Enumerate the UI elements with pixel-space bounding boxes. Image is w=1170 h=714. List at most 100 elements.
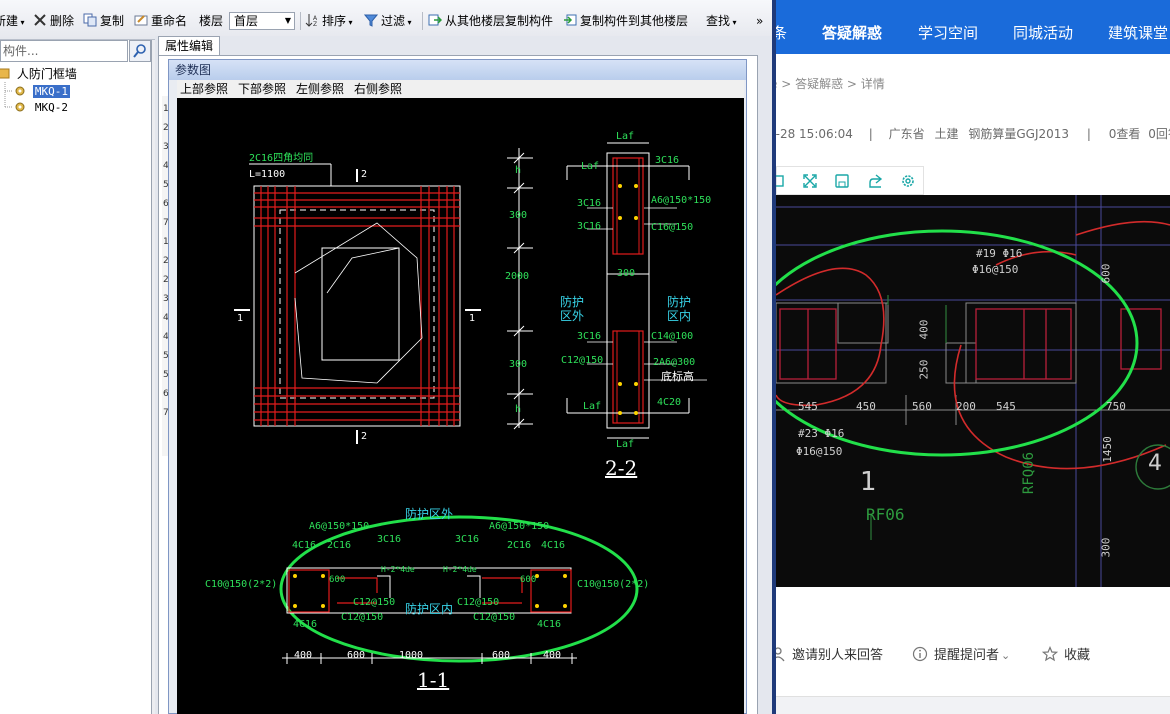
label-300: 300 — [617, 268, 636, 279]
photo-label: 400 — [917, 319, 931, 340]
copy-to-other-floor-button[interactable]: 复制构件到其他楼层 — [563, 12, 688, 30]
chevron-down-icon: ⌄ — [1001, 649, 1011, 662]
page-bottom-strip — [776, 696, 1170, 714]
plan-mark-left: 1 — [237, 313, 244, 324]
nav-item-local-events[interactable]: 同城活动 — [1013, 24, 1073, 42]
filter-label: 过滤 — [381, 14, 406, 28]
top-navigation: 条 答疑解惑 学习空间 同城活动 建筑课堂 — [776, 0, 1170, 54]
tab-bottom-reference[interactable]: 下部参照 — [238, 80, 286, 98]
label-3c16-right: 3C16 — [455, 534, 480, 545]
delete-button[interactable]: 删除 — [33, 12, 74, 30]
chevron-down-icon: ▼ — [284, 16, 291, 25]
toolbar-overflow-button[interactable]: » — [756, 12, 763, 30]
tab-property-edit[interactable]: 属性编辑 — [158, 36, 221, 56]
label-4c16-right-bottom: 4C16 — [537, 619, 562, 630]
label-2a6: 2A6@300 — [653, 357, 696, 368]
share-icon[interactable] — [867, 173, 883, 189]
rename-button[interactable]: 重命名 — [134, 12, 187, 30]
parameter-diagram-dialog: 参数图 上部参照 下部参照 左侧参照 右侧参照 2C16四角均同 L=1100 … — [168, 59, 747, 714]
main-toolbar: 新建 ▾ 删除 复制 重命名 楼层 首层 ▼ A Z 排序 ▾ 过滤 ▾ 从其他楼层复… — [0, 0, 772, 40]
invite-answer-button[interactable]: 邀请别人来回答 — [776, 646, 883, 666]
save-icon[interactable] — [834, 173, 850, 189]
invite-label: 邀请别人来回答 — [792, 648, 884, 663]
photo-label: #19 Φ16 — [976, 247, 1023, 260]
breadcrumb[interactable]: e > 答疑解惑 > 详情 — [776, 75, 885, 92]
cad-application-window: 新建 ▾ 删除 复制 重命名 楼层 首层 ▼ A Z 排序 ▾ 过滤 ▾ 从其他楼层复… — [0, 0, 772, 714]
tab-top-reference[interactable]: 上部参照 — [180, 80, 228, 98]
label-3c16-left: 3C16 — [377, 534, 402, 545]
label-inside-zone: 防护 区内 — [667, 295, 692, 323]
photo-label: 1450 — [1100, 436, 1114, 463]
section-1-1-title: 1-1 — [417, 668, 450, 692]
question-attachment-image[interactable]: #19 Φ16 Φ16@150 #23 Φ16 Φ16@150 400 250 … — [776, 195, 1170, 587]
sort-button[interactable]: A Z 排序 ▾ — [305, 12, 353, 30]
expand-icon[interactable] — [802, 173, 818, 189]
gear-icon — [14, 101, 26, 113]
photo-label: 545 — [996, 400, 1016, 413]
tab-right-reference[interactable]: 右侧参照 — [354, 80, 402, 98]
tab-left-reference[interactable]: 左侧参照 — [296, 80, 344, 98]
toolbar-divider — [422, 12, 423, 30]
tree-root-label: 人防门框墙 — [16, 67, 77, 81]
layers-export-icon — [563, 13, 577, 27]
label-c10-right: C10@150(2*2) — [577, 579, 650, 590]
nav-item-qa[interactable]: 答疑解惑 — [822, 24, 882, 42]
photo-label: 750 — [1106, 400, 1126, 413]
user-icon — [776, 646, 786, 662]
floor-label: 楼层 — [199, 14, 224, 28]
info-icon — [912, 646, 928, 662]
label-3c16-c: 3C16 — [577, 221, 602, 232]
dialog-title: 参数图 — [169, 60, 746, 80]
settings-icon[interactable] — [900, 173, 916, 189]
rename-label: 重命名 — [151, 14, 188, 28]
star-icon — [1041, 645, 1059, 662]
post-category: 土建 — [934, 127, 959, 141]
rename-icon — [134, 13, 148, 27]
find-button[interactable]: 查找 ▾ — [706, 12, 737, 30]
component-search-input[interactable]: 构件... — [0, 40, 128, 62]
favorite-button[interactable]: 收藏 — [1041, 645, 1090, 666]
photo-label: 560 — [912, 400, 932, 413]
filter-button[interactable]: 过滤 ▾ — [363, 12, 412, 30]
search-button[interactable] — [129, 40, 151, 62]
label-c12: C12@150 — [561, 355, 604, 366]
question-actions: 邀请别人来回答 提醒提问者 ⌄ 收藏 — [776, 644, 1170, 668]
label-c12-left-1: C12@150 — [353, 597, 396, 608]
copy-from-other-floor-label: 从其他楼层复制构件 — [445, 14, 554, 28]
tree-item-label: MKQ-1 — [32, 85, 70, 98]
meta-separator: | — [1086, 127, 1091, 141]
sort-icon: AZ — [305, 13, 319, 28]
label-outside-zone: 防护 区外 — [560, 295, 585, 323]
nav-item-study-space[interactable]: 学习空间 — [918, 24, 978, 42]
nav-item-construction-class[interactable]: 建筑课堂 — [1108, 24, 1168, 42]
label-c14: C14@100 — [651, 331, 694, 342]
view-count: 0查看 — [1108, 127, 1141, 141]
photo-label: RFQ06 — [1021, 451, 1038, 495]
label-h24-left: H-2*4de — [381, 565, 415, 574]
sort-label: 排序 — [322, 14, 347, 28]
remind-asker-button[interactable]: 提醒提问者 ⌄ — [912, 646, 1010, 666]
tree-item-mkq-2[interactable]: MKQ-2 — [14, 99, 68, 115]
floor-value: 首层 — [234, 14, 259, 28]
plan-note-2: L=1100 — [249, 169, 286, 180]
copy-button[interactable]: 复制 — [83, 12, 124, 30]
nav-item-0[interactable]: 条 — [776, 24, 787, 42]
label-a6-left: A6@150*150 — [309, 521, 370, 532]
plan-view — [234, 163, 481, 444]
plan-note-1: 2C16四角均同 — [249, 153, 314, 164]
floor-select[interactable]: 首层 ▼ — [229, 12, 295, 30]
delete-label: 删除 — [50, 14, 75, 28]
label-3c16-b: 3C16 — [577, 198, 602, 209]
copy-image-icon[interactable] — [776, 173, 787, 189]
label-4c20: 4C20 — [657, 397, 682, 408]
copy-from-other-floor-button[interactable]: 从其他楼层复制构件 — [428, 12, 553, 30]
photo-label: Φ16@150 — [972, 263, 1019, 276]
bottom-dim: 600 — [492, 650, 511, 661]
label-laf-bottom: Laf — [616, 439, 635, 450]
label-4c16-right-top: 4C16 — [541, 540, 566, 551]
photo-label: #23 Φ16 — [798, 427, 845, 440]
find-label: 查找 — [706, 14, 731, 28]
tree-item-mkq-1[interactable]: MKQ-1 — [14, 83, 70, 99]
label-3c16-d: 3C16 — [577, 331, 602, 342]
new-button[interactable]: 新建 ▾ — [0, 12, 25, 30]
